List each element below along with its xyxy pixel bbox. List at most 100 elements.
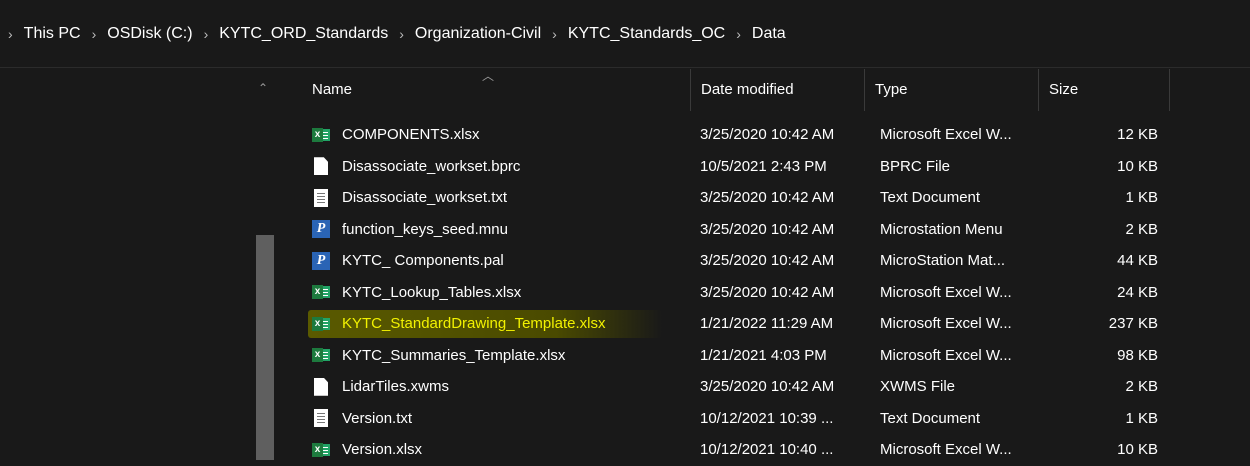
file-type-text: Text Document [880,409,981,427]
breadcrumb-item[interactable]: This PC [24,25,81,43]
chevron-right-icon[interactable]: › [204,26,209,42]
file-size: 24 KB [1058,277,1158,309]
file-date-modified: 3/25/2020 10:42 AM [700,245,865,277]
file-date-modified: 3/25/2020 10:42 AM [700,214,865,246]
column-header-size[interactable]: Size [1038,69,1170,111]
file-icon-cell: x [310,277,332,309]
file-size: 2 KB [1058,214,1158,246]
file-name-text: LidarTiles.xwms [342,378,449,395]
file-rows: x COMPONENTS.xlsx 3/25/2020 10:42 AM Micros… [280,119,1250,466]
file-size: 1 KB [1058,182,1158,214]
file-type-text: XWMS File [880,378,955,395]
breadcrumb-item[interactable]: Data [752,25,786,43]
file-size-text: 1 KB [1125,409,1158,427]
file-name: function_keys_seed.mnu [342,214,722,246]
file-date-modified-text: 1/21/2022 11:29 AM [700,315,834,332]
file-size: 237 KB [1058,308,1158,340]
file-row[interactable]: LidarTiles.xwms 3/25/2020 10:42 AM XWMS Fi… [280,371,1250,403]
file-name: KYTC_Lookup_Tables.xlsx [342,277,722,309]
column-header-name[interactable]: ︿ Name [302,69,690,111]
file-size-text: 10 KB [1117,157,1158,175]
file-name-text: KYTC_Lookup_Tables.xlsx [342,283,522,301]
file-type-text: BPRC File [880,157,951,175]
file-size-text: 12 KB [1117,126,1158,143]
scroll-up-icon[interactable]: ⌃ [258,81,268,95]
file-date-modified-text: 10/12/2021 10:40 ... [700,441,834,458]
breadcrumb-item[interactable]: Organization-Civil [415,25,541,43]
file-size-text: 2 KB [1125,220,1158,238]
breadcrumb-item[interactable]: OSDisk (C:) [107,25,192,43]
microstation-icon: P [312,220,330,239]
file-type: Microsoft Excel W... [880,434,1040,466]
breadcrumb: › This PC › OSDisk (C:) › KYTC_ORD_Standards ›… [0,0,1250,68]
file-size: 98 KB [1058,340,1158,372]
file-icon-cell [310,182,332,214]
file-name: COMPONENTS.xlsx [342,119,722,151]
file-row[interactable]: Disassociate_workset.bprc 10/5/2021 2:43 … [280,151,1250,183]
file-date-modified: 10/12/2021 10:39 ... [700,403,865,435]
file-icon-cell [310,371,332,403]
file-date-modified-text: 3/25/2020 10:42 AM [700,378,835,395]
chevron-right-icon[interactable]: › [399,26,404,42]
column-header-type[interactable]: Type [864,69,1038,111]
file-date-modified: 3/25/2020 10:42 AM [700,371,865,403]
microstation-icon: P [312,251,330,270]
breadcrumb-item[interactable]: KYTC_Standards_OC [568,25,725,43]
file-row[interactable]: x KYTC_StandardDrawing_Template.xlsx 1/21/… [280,308,1250,340]
file-type: BPRC File [880,151,1040,183]
navigation-pane: ⌃ [0,69,280,460]
breadcrumb-item[interactable]: KYTC_ORD_Standards [219,25,388,43]
file-icon-cell: x [310,340,332,372]
excel-icon: x [312,127,330,143]
file-row[interactable]: x KYTC_Lookup_Tables.xlsx 3/25/2020 10:42 … [280,277,1250,309]
chevron-right-icon[interactable]: › [92,26,97,42]
file-type: Microsoft Excel W... [880,308,1040,340]
file-name: LidarTiles.xwms [342,371,722,403]
file-icon [314,157,328,176]
file-type: Microsoft Excel W... [880,119,1040,151]
file-date-modified-text: 3/25/2020 10:42 AM [700,189,835,206]
column-header-row: ︿ Name Date modified Type Size [280,69,1250,111]
column-header-date-modified[interactable]: Date modified [690,69,864,111]
excel-icon: x [312,284,330,300]
file-row[interactable]: x Version.xlsx 10/12/2021 10:40 ... Microso… [280,434,1250,466]
file-size-text: 1 KB [1125,189,1158,206]
file-name-text: KYTC_ Components.pal [342,252,504,269]
file-row[interactable]: x COMPONENTS.xlsx 3/25/2020 10:42 AM Micros… [280,119,1250,151]
file-row[interactable]: x KYTC_Summaries_Template.xlsx 1/21/2021 4… [280,340,1250,372]
file-date-modified: 3/25/2020 10:42 AM [700,277,865,309]
file-size: 1 KB [1058,403,1158,435]
file-size: 10 KB [1058,434,1158,466]
file-icon-cell [310,403,332,435]
file-date-modified-text: 10/12/2021 10:39 ... [700,409,834,427]
file-type-text: Microstation Menu [880,220,1003,238]
file-name: KYTC_Summaries_Template.xlsx [342,340,722,372]
file-date-modified-text: 3/25/2020 10:42 AM [700,126,835,143]
file-name: KYTC_StandardDrawing_Template.xlsx [342,308,722,340]
chevron-right-icon[interactable]: › [552,26,557,42]
file-size-text: 237 KB [1108,315,1158,332]
file-row[interactable]: Version.txt 10/12/2021 10:39 ... Text Docu… [280,403,1250,435]
file-size: 10 KB [1058,151,1158,183]
sort-ascending-icon: ︿ [482,69,495,83]
file-name-text: COMPONENTS.xlsx [342,126,480,143]
file-type-text: MicroStation Mat... [880,252,1006,269]
chevron-right-icon[interactable]: › [736,26,741,42]
file-type: Microsoft Excel W... [880,340,1040,372]
file-name: Version.xlsx [342,434,722,466]
file-name: KYTC_ Components.pal [342,245,722,277]
file-date-modified-text: 3/25/2020 10:42 AM [700,252,835,269]
file-icon [314,377,328,396]
file-type-text: Microsoft Excel W... [880,283,1012,301]
file-type-text: Microsoft Excel W... [880,441,1012,458]
scrollbar-thumb[interactable] [256,235,274,460]
file-date-modified: 1/21/2022 11:29 AM [700,308,865,340]
file-type: Text Document [880,182,1040,214]
file-row[interactable]: Pfunction_keys_seed.mnu 3/25/2020 10:42 A… [280,214,1250,246]
file-row[interactable]: Disassociate_workset.txt 3/25/2020 10:42 … [280,182,1250,214]
file-icon-cell [310,151,332,183]
file-date-modified-text: 10/5/2021 2:43 PM [700,157,827,175]
chevron-right-icon[interactable]: › [8,26,13,42]
file-row[interactable]: P KYTC_ Components.pal 3/25/2020 10:42 AM M… [280,245,1250,277]
file-date-modified: 1/21/2021 4:03 PM [700,340,865,372]
